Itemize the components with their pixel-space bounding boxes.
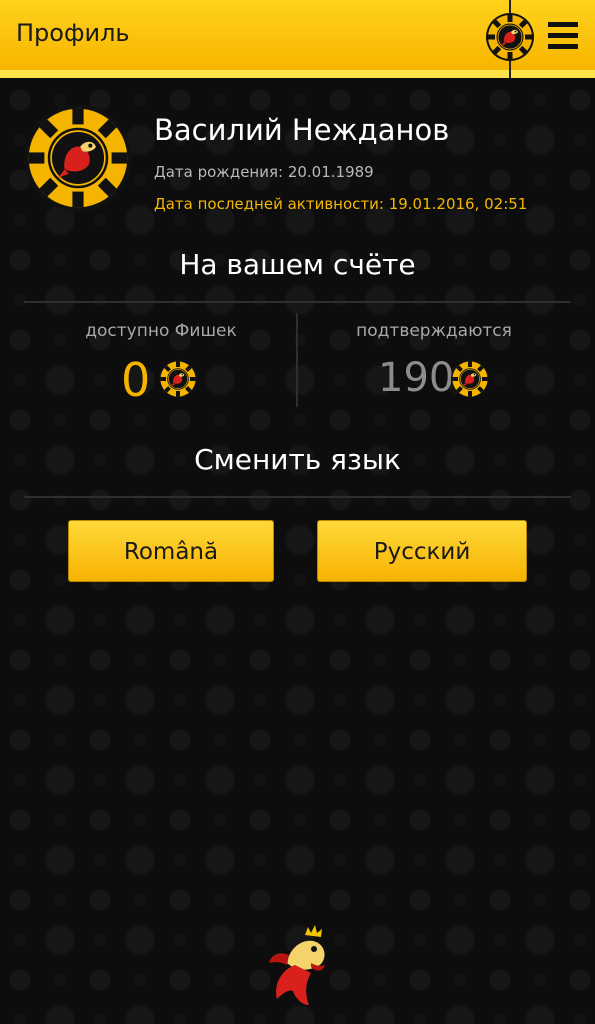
top-bar: Профиль <box>0 0 595 78</box>
pending-chips-value: 190 <box>378 355 455 401</box>
available-chips-value: 0 <box>121 353 151 407</box>
user-name: Василий Нежданов <box>154 113 450 147</box>
account-divider <box>24 301 571 303</box>
casino-chip-icon[interactable] <box>485 12 535 62</box>
last-activity: Дата последней активности: 19.01.2016, 0… <box>154 195 528 213</box>
avatar <box>22 102 134 214</box>
goldfish-mascot-icon <box>269 925 325 1005</box>
pending-chips-label: подтверждаются <box>356 321 512 341</box>
language-section-title: Сменить язык <box>194 443 401 476</box>
page-title: Профиль <box>16 19 130 47</box>
birth-date: Дата рождения: 20.01.1989 <box>154 163 374 181</box>
hamburger-menu-icon[interactable] <box>548 20 580 52</box>
account-section-title: На вашем счёте <box>179 248 416 281</box>
romanian-language-button[interactable]: Română <box>68 520 274 582</box>
language-divider <box>24 496 571 498</box>
available-chips-label: доступно Фишек <box>85 321 237 341</box>
russian-language-button[interactable]: Русский <box>317 520 527 582</box>
balance-divider <box>296 313 298 407</box>
chip-icon <box>158 359 198 399</box>
chip-icon <box>450 359 490 399</box>
